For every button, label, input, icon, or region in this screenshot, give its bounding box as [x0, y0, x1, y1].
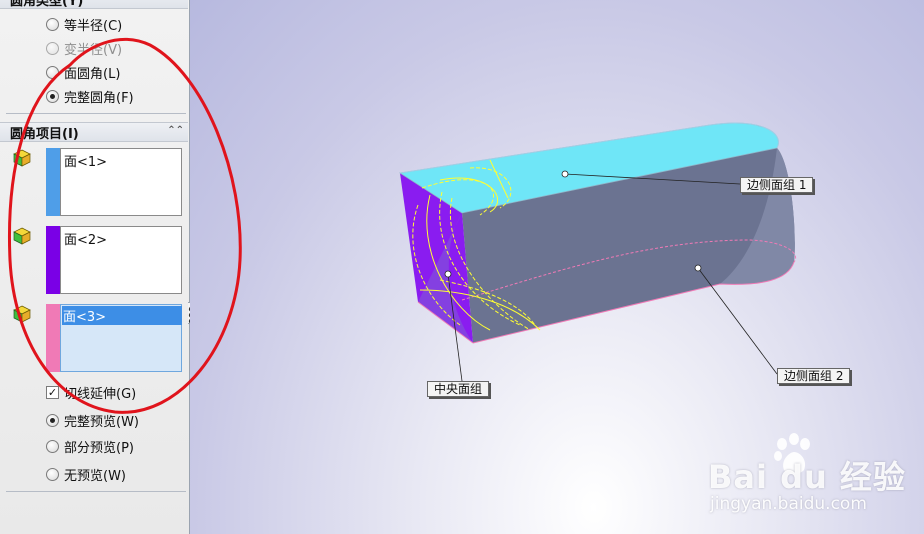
model-3d-view[interactable] [190, 0, 924, 534]
callout-center-face-group[interactable]: 中央面组 [427, 381, 490, 397]
callout-side-face-group-1[interactable]: 边侧面组 1 [740, 177, 814, 193]
option-constant-radius-label: 等半径(C) [64, 18, 123, 34]
option-no-preview[interactable]: 无预览(W) [46, 464, 126, 484]
option-variable-radius: 变半径(V) [46, 38, 122, 58]
face-1-item[interactable]: 面<1> [63, 151, 108, 170]
collapse-chevron-icon[interactable]: ⌃⌃ [167, 125, 184, 136]
callout-side-face-group-2[interactable]: 边侧面组 2 [777, 368, 851, 384]
option-face-fillet[interactable]: 面圆角(L) [46, 62, 120, 82]
face-1-selection-box[interactable]: 面<1> [60, 148, 182, 216]
property-manager-panel: 圆角类型(Y) 等半径(C) 变半径(V) 面圆角(L) 完整圆角(F) 圆角项… [0, 0, 190, 534]
fillet-type-header[interactable]: 圆角类型(Y) [0, 0, 188, 9]
fillet-type-header-label: 圆角类型(Y) [10, 0, 84, 9]
option-no-preview-label: 无预览(W) [64, 468, 126, 484]
radio-variable-radius [46, 41, 59, 55]
radio-face-fillet[interactable] [46, 65, 59, 79]
tangent-propagation-label: 切线延伸(G) [64, 386, 137, 402]
face-3-item[interactable]: 面<3> [62, 306, 182, 325]
face-selection-cube-icon [13, 227, 31, 245]
tangent-propagation-option[interactable]: ✓ 切线延伸(G) [46, 382, 136, 402]
face-3-color-swatch [46, 304, 60, 372]
radio-full-preview[interactable] [46, 413, 59, 427]
radio-full-round-fillet[interactable] [46, 89, 59, 103]
face-2-color-swatch [46, 226, 60, 294]
face-selection-cube-icon [13, 305, 31, 323]
option-variable-radius-label: 变半径(V) [64, 42, 123, 58]
option-partial-preview-label: 部分预览(P) [64, 440, 134, 456]
option-full-round-fillet[interactable]: 完整圆角(F) [46, 86, 134, 106]
face-1-color-swatch [46, 148, 60, 216]
divider [6, 491, 186, 492]
fillet-items-header-label: 圆角项目(I) [10, 126, 79, 142]
anchor-point [694, 264, 702, 272]
divider [6, 113, 186, 114]
face-2-selection-box[interactable]: 面<2> [60, 226, 182, 294]
radio-constant-radius[interactable] [46, 17, 59, 31]
option-face-fillet-label: 面圆角(L) [64, 66, 121, 82]
fillet-items-header[interactable]: 圆角项目(I) ⌃⌃ [0, 122, 188, 142]
option-full-preview[interactable]: 完整预览(W) [46, 410, 139, 430]
radio-partial-preview[interactable] [46, 439, 59, 453]
tangent-propagation-checkbox[interactable]: ✓ [46, 385, 59, 399]
face-2-item[interactable]: 面<2> [63, 229, 108, 248]
option-partial-preview[interactable]: 部分预览(P) [46, 436, 134, 456]
option-full-round-fillet-label: 完整圆角(F) [64, 90, 134, 106]
option-constant-radius[interactable]: 等半径(C) [46, 14, 122, 34]
anchor-point [444, 270, 452, 278]
graphics-viewport[interactable]: 边侧面组 1 中央面组 边侧面组 2 [190, 0, 924, 534]
option-full-preview-label: 完整预览(W) [64, 414, 139, 430]
face-selection-cube-icon [13, 149, 31, 167]
face-3-selection-box[interactable]: 面<3> [60, 304, 182, 372]
radio-no-preview[interactable] [46, 467, 59, 481]
anchor-point [561, 170, 569, 178]
